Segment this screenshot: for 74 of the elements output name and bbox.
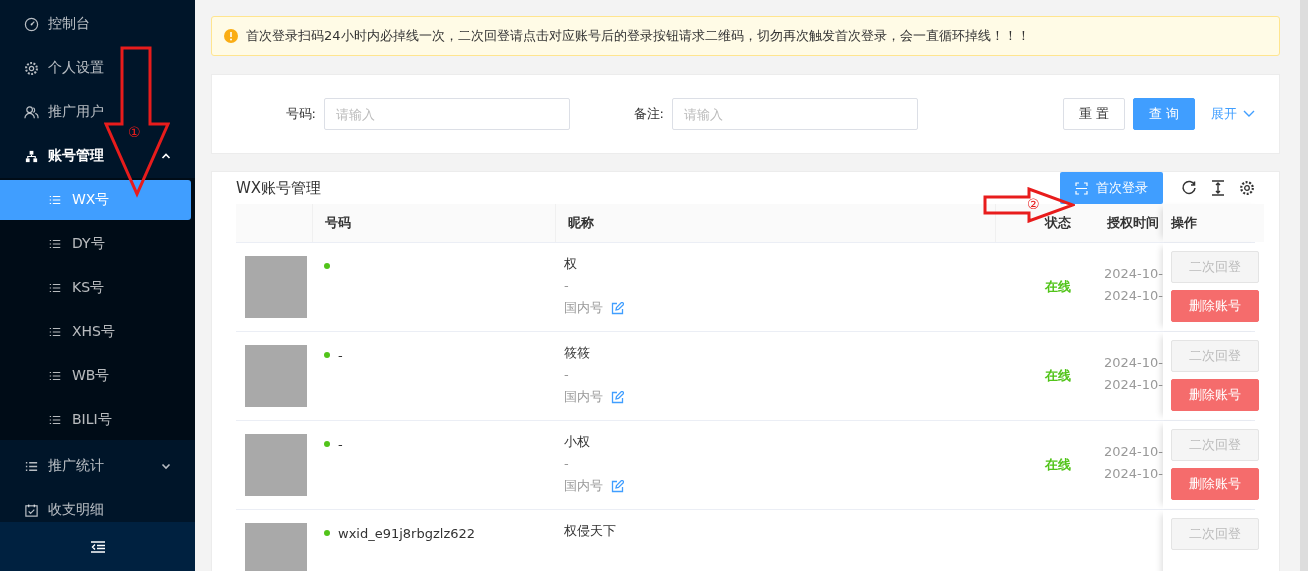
sidebar-menu-item[interactable]: 推广统计 [48,457,104,475]
gauge-icon [24,16,39,32]
status-text: 在线 [1044,278,1071,296]
auth-time: 2024-10- [1104,443,1163,461]
sidebar-submenu-item[interactable]: DY号 [0,224,191,264]
sidebar-menu-item[interactable]: 个人设置 [48,59,104,77]
auth-time: 2024-10- [1104,376,1163,394]
collapse-menu-icon[interactable] [90,540,105,553]
sidebar-menu-item[interactable]: 收支明细 [48,501,104,519]
column-header: 操作 [1171,214,1197,232]
warning-icon [224,29,238,43]
column-header: 号码 [325,214,351,232]
refresh-icon[interactable] [1181,180,1197,196]
column-header: 状态 [1044,214,1071,232]
sidebar-submenu-item[interactable]: BILI号 [0,400,191,440]
card-title: WX账号管理 [236,178,323,198]
annotation-number: ② [1027,196,1040,212]
field-label: 备注: [632,105,664,123]
search-input-field[interactable]: 请输入 [324,98,570,130]
sidebar-menu-item[interactable]: 账号管理 [48,147,104,165]
auth-time: 2024-10- [1104,265,1163,283]
list-icon [48,325,62,339]
nickname: 筱筱 [564,344,591,362]
settings-icon[interactable] [1239,180,1255,196]
list-icon [48,237,62,251]
column-header: 授权时间 [1107,214,1159,232]
scan-icon [1075,181,1088,195]
avatar-photo-placeholder [245,345,307,407]
account-id: wxid_e91j8rbgzlz622 [338,525,476,541]
annotation-number: ① [128,124,141,140]
nickname: 权侵天下 [564,522,617,540]
edit-icon[interactable] [611,390,624,404]
note-text: - [564,455,570,473]
edit-icon[interactable] [611,301,624,315]
column-header: 昵称 [568,214,594,232]
alert-message: 首次登录扫码24小时内必掉线一次，二次回登请点击对应账号后的登录按钮请求二维码，切勿再次触发首次登录，会一直循环掉线！！！ [246,27,1030,45]
sitemap-icon [24,148,39,164]
auth-time: 2024-10- [1104,354,1163,372]
note-text: - [564,277,570,295]
region-text: 国内号 [564,477,603,495]
search-input-field[interactable]: 请输入 [672,98,918,130]
edit-icon[interactable] [611,479,624,493]
avatar-photo-placeholder [245,256,307,318]
sidebar-submenu-item[interactable]: XHS号 [0,312,191,352]
avatar-photo-placeholder [245,434,307,496]
auth-time: 2024-10- [1104,287,1163,305]
account-id: - [338,347,343,363]
account-id: - [338,436,343,452]
chevron-icon[interactable] [161,461,171,471]
avatar-photo-placeholder [245,523,307,571]
region-text: 国内号 [564,388,603,406]
chevron-icon [1243,110,1255,118]
list-icon [48,413,62,427]
note-text: - [564,366,570,384]
auth-time: 2024-10- [1104,465,1163,483]
status-text: 在线 [1044,456,1071,474]
region-text: 国内号 [564,299,603,317]
sidebar-menu-item[interactable]: 控制台 [48,15,90,33]
sidebar-submenu-item[interactable]: WB号 [0,356,191,396]
sidebar-menu-item[interactable]: 推广用户 [48,103,104,121]
nickname: 小权 [564,433,591,451]
field-label: 号码: [284,105,316,123]
list-icon [48,281,62,295]
list-icon [48,369,62,383]
status-text: 在线 [1044,367,1071,385]
calendar-icon [24,502,39,518]
row-height-icon[interactable] [1211,180,1225,196]
reset-button[interactable]: 重 置 [1062,98,1125,130]
sidebar-submenu-item[interactable]: KS号 [0,268,191,308]
nickname: 权 [564,255,578,273]
list-icon [48,193,62,207]
settings-icon [24,60,39,76]
users-icon [24,104,39,120]
chevron-icon[interactable] [161,151,171,161]
